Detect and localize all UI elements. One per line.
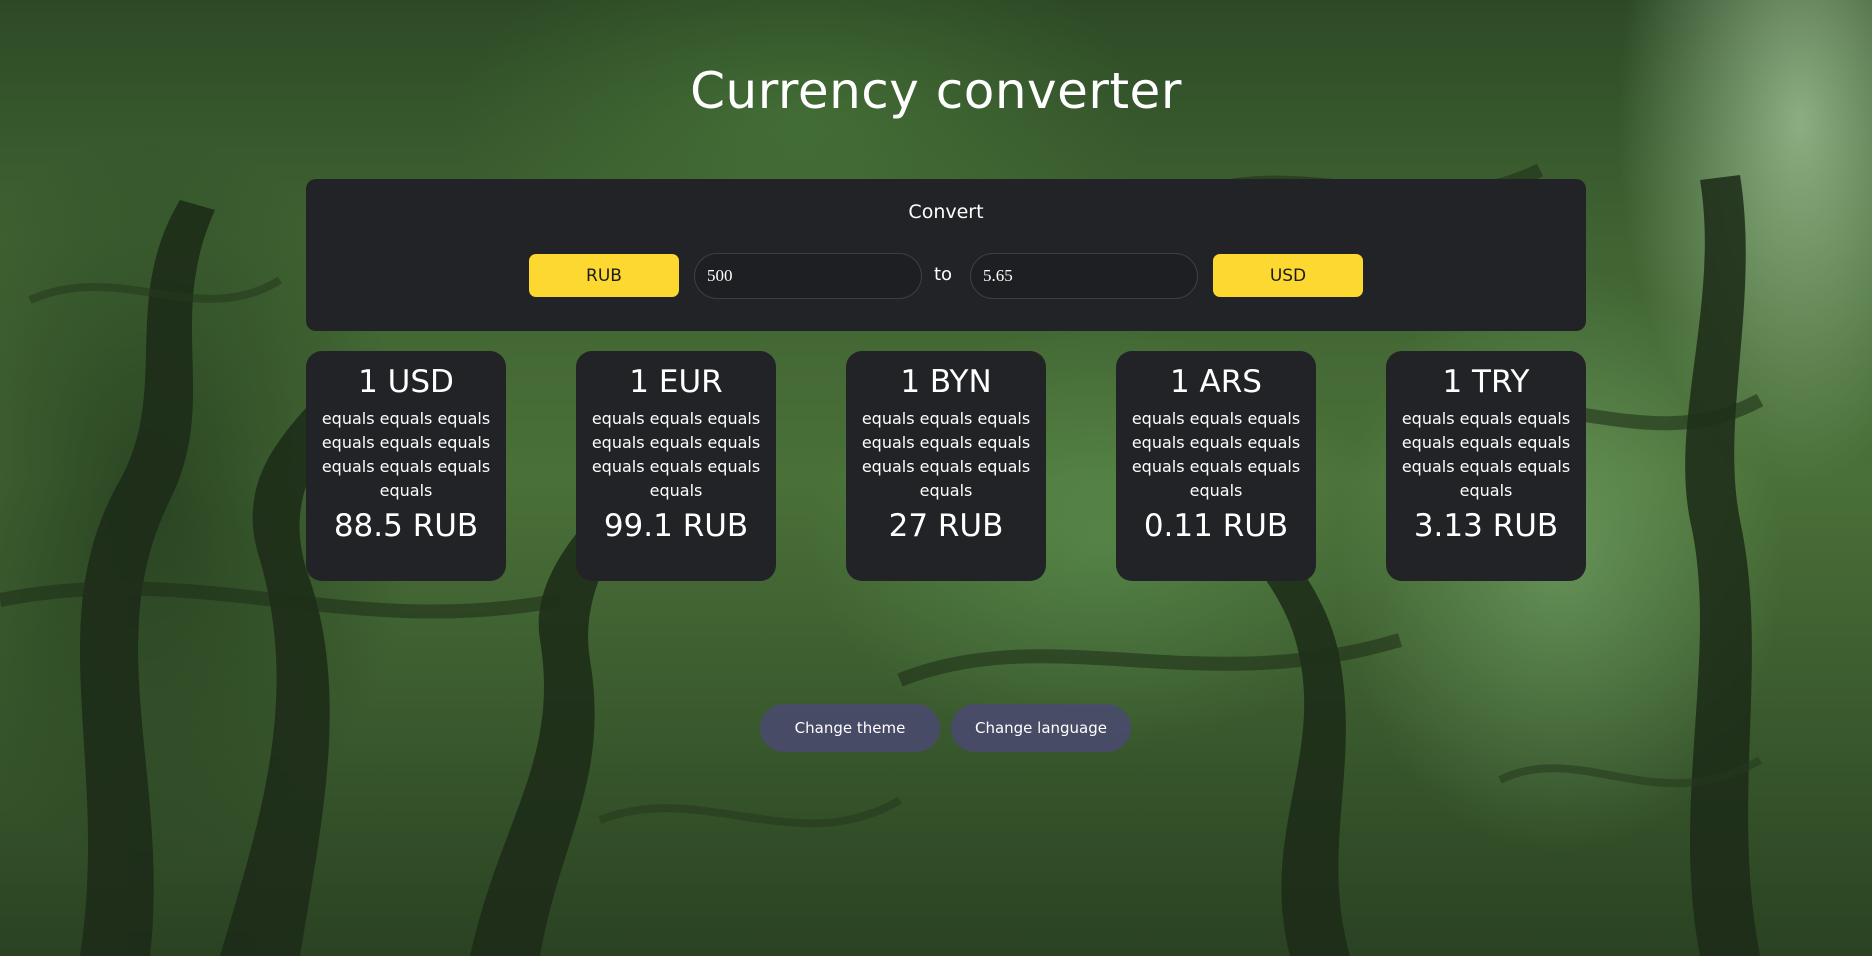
rate-card-byn: 1 BYN equals equals equals equals equals…	[846, 351, 1046, 581]
rate-card-value: 88.5 RUB	[333, 508, 479, 544]
rate-card-try: 1 TRY equals equals equals equals equals…	[1386, 351, 1586, 581]
rate-card-heading: 1 BYN	[900, 364, 992, 400]
rate-card-heading: 1 EUR	[629, 364, 723, 400]
convert-panel: Convert RUB to USD	[306, 179, 1586, 331]
rate-card-equals-text: equals equals equals equals equals equal…	[321, 409, 491, 500]
from-currency-button[interactable]: RUB	[529, 254, 679, 297]
from-amount-input[interactable]	[694, 253, 922, 299]
rate-card-value: 27 RUB	[888, 508, 1004, 544]
rate-card-value: 99.1 RUB	[603, 508, 749, 544]
rate-card-equals-text: equals equals equals equals equals equal…	[591, 409, 761, 500]
change-language-button[interactable]: Change language	[951, 704, 1131, 752]
change-theme-button[interactable]: Change theme	[760, 704, 940, 752]
page-title: Currency converter	[690, 62, 1182, 120]
to-amount-input[interactable]	[970, 253, 1198, 299]
rate-card-equals-text: equals equals equals equals equals equal…	[861, 409, 1031, 500]
rate-card-equals-text: equals equals equals equals equals equal…	[1131, 409, 1301, 500]
rate-card-usd: 1 USD equals equals equals equals equals…	[306, 351, 506, 581]
rate-card-equals-text: equals equals equals equals equals equal…	[1401, 409, 1571, 500]
rate-card-heading: 1 ARS	[1169, 364, 1262, 400]
to-label: to	[934, 264, 953, 285]
rate-card-heading: 1 USD	[358, 364, 454, 400]
rate-card-eur: 1 EUR equals equals equals equals equals…	[576, 351, 776, 581]
rate-card-heading: 1 TRY	[1442, 364, 1530, 400]
rate-card-ars: 1 ARS equals equals equals equals equals…	[1116, 351, 1316, 581]
rate-card-value: 0.11 RUB	[1143, 508, 1289, 544]
to-currency-button[interactable]: USD	[1213, 254, 1363, 297]
currency-converter-app: Currency converter Convert RUB to USD 1 …	[0, 0, 1872, 956]
convert-label: Convert	[908, 201, 984, 223]
rate-card-value: 3.13 RUB	[1413, 508, 1559, 544]
